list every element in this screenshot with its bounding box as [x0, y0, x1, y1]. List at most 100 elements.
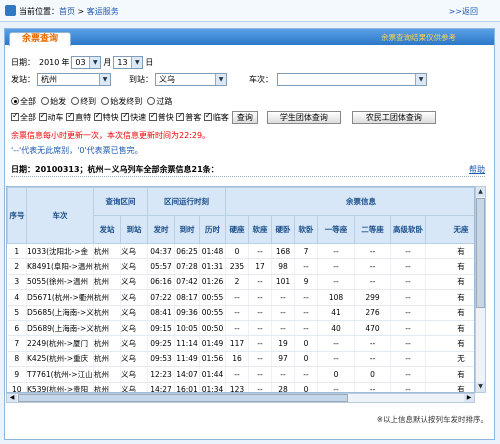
cell-train[interactable]: K539(杭州->贵阳 [26, 382, 94, 392]
cell-from: 杭州 [93, 305, 121, 321]
back-link[interactable]: >>返回 [449, 6, 478, 17]
scroll-thumb[interactable] [18, 394, 348, 402]
to-station-select[interactable]: 义乌 ▼ [155, 73, 227, 86]
cell-from: 杭州 [93, 274, 121, 291]
scroll-thumb[interactable] [476, 198, 485, 308]
chevron-down-icon: ▼ [89, 57, 101, 68]
radio-label: 过路 [156, 97, 173, 106]
radio-origin-terminal[interactable]: 始发终到 [101, 96, 142, 107]
cell-duration: 00:55 [199, 305, 227, 321]
scroll-right-icon[interactable]: ▶ [464, 394, 474, 402]
table-row: 9 T7761(杭州->江山 杭州 义乌 12:23 14:07 01:44 -- -- -- --… [7, 366, 474, 383]
radio-icon [11, 97, 19, 105]
train-select[interactable]: ▼ [277, 73, 427, 86]
cell-second-class: -- [354, 351, 392, 368]
col-train: 车次 [26, 187, 94, 244]
radio-passing[interactable]: 过路 [147, 96, 172, 107]
migrant-group-query-button[interactable]: 农民工团体查询 [351, 111, 436, 124]
cell-train[interactable]: K8491(阜阳->温州 [26, 258, 94, 275]
breadcrumb-section-link[interactable]: 客运服务 [87, 7, 119, 16]
panel-title-tab[interactable]: 余票查询 [9, 32, 71, 46]
check-direct-express[interactable]: 直特 [66, 111, 91, 123]
check-fast[interactable]: 快速 [121, 111, 146, 123]
scroll-down-icon[interactable]: ▼ [476, 382, 485, 392]
cell-first-class: 41 [317, 305, 356, 321]
check-all[interactable]: 全部 [11, 111, 36, 123]
cell-seq: 7 [7, 335, 27, 352]
check-temporary[interactable]: 临客 [203, 111, 229, 123]
cell-seq: 1 [7, 243, 27, 260]
cell-from: 杭州 [93, 366, 121, 383]
check-label: 特快 [102, 113, 119, 122]
cell-train[interactable]: D5689(上海南->义 [26, 320, 94, 337]
update-info: 余票信息每小时更新一次，本次信息更新时间为22:29。 [11, 131, 211, 140]
cell-seq: 10 [7, 382, 27, 392]
month-select[interactable]: 03 ▼ [71, 56, 102, 69]
cell-hard-seat: 0 [225, 243, 250, 260]
check-regular-express[interactable]: 普快 [148, 111, 174, 123]
cell-train[interactable]: K425(杭州->重庆 [26, 351, 94, 368]
day-unit: 日 [145, 58, 154, 67]
day-select[interactable]: 13 ▼ [113, 56, 144, 69]
cell-deluxe-sleeper: -- [390, 289, 427, 306]
summary-row: 日期：20100313；杭州－义乌列车全部余票信息21条： 帮助 [11, 164, 485, 175]
horizontal-scrollbar[interactable]: ◀ ▶ [6, 393, 475, 403]
cell-deluxe-sleeper: -- [390, 382, 427, 392]
train-type-radios: 全部 始发 终到 始发终到 过路 [11, 96, 172, 107]
cell-soft-seat: -- [248, 305, 273, 321]
query-button[interactable]: 查询 [231, 111, 258, 124]
radio-origin[interactable]: 始发 [41, 96, 66, 107]
cell-train[interactable]: T7761(杭州->江山 [26, 366, 94, 383]
radio-icon [101, 97, 110, 105]
cell-hard-sleeper: 168 [271, 243, 296, 260]
radio-icon [71, 97, 80, 105]
check-express[interactable]: 特快 [93, 111, 119, 123]
check-regular[interactable]: 普客 [176, 111, 201, 123]
cell-to: 义乌 [120, 305, 148, 321]
student-group-query-button[interactable]: 学生团体查询 [266, 111, 341, 124]
scroll-up-icon[interactable]: ▲ [476, 187, 485, 197]
table-row: 2 K8491(阜阳->温州 杭州 义乌 05:57 07:28 01:31 235 17 98-… [7, 258, 474, 275]
cell-soft-sleeper: -- [294, 258, 319, 275]
col-run-times: 区间运行时刻 [146, 187, 227, 216]
cell-duration: 01:44 [199, 366, 227, 383]
cell-hard-seat: 2 [225, 274, 250, 291]
cell-train[interactable]: D5671(杭州->衢州 [26, 289, 94, 306]
breadcrumb-home-link[interactable]: 首页 [59, 7, 75, 16]
check-emu[interactable]: 动车 [38, 111, 64, 123]
cell-soft-sleeper: -- [294, 289, 319, 306]
cell-standing: 有 [425, 274, 474, 291]
radio-terminal[interactable]: 终到 [71, 96, 96, 107]
cell-hard-sleeper: -- [271, 320, 296, 337]
cell-to: 义乌 [120, 366, 148, 383]
location-bar: 当前位置：首页 > 客运服务 >>返回 [0, 0, 500, 22]
col-query-range: 查询区间 [93, 187, 148, 216]
cell-arrive: 11:49 [174, 351, 200, 368]
cell-second-class: 276 [354, 305, 392, 321]
cell-soft-seat: -- [248, 335, 273, 352]
cell-to: 义乌 [120, 382, 148, 392]
year-unit: 年 [61, 58, 70, 67]
ticket-table: 序号 车次 查询区间 区间运行时刻 余票信息 发站 到站 发时 到时 历时 硬座… [7, 187, 474, 392]
cell-train[interactable]: 5055(徐州->温州 [26, 274, 94, 291]
cell-second-class: -- [354, 382, 392, 392]
radio-all[interactable]: 全部 [11, 96, 36, 107]
cell-hard-sleeper: -- [271, 305, 296, 321]
col-depart: 发时 [147, 215, 175, 244]
cell-train[interactable]: 2249(杭州->厦门 [26, 335, 94, 352]
help-link[interactable]: 帮助 [469, 164, 485, 175]
chevron-down-icon: ▼ [215, 74, 226, 85]
location-icon [5, 5, 16, 16]
cell-train[interactable]: D5685(上海南->义 [26, 305, 94, 321]
cell-soft-seat: -- [248, 320, 273, 337]
cell-first-class: 40 [317, 320, 356, 337]
vertical-scrollbar[interactable]: ▲ ▼ [475, 186, 486, 393]
breadcrumb: 当前位置：首页 > 客运服务 [19, 6, 119, 17]
breadcrumb-separator: > [77, 7, 85, 16]
scroll-left-icon[interactable]: ◀ [7, 394, 17, 402]
year-value: 2010 [39, 58, 60, 67]
radio-label: 终到 [80, 97, 97, 106]
cell-train[interactable]: 1033(沈阳北->金 [26, 243, 94, 260]
cell-arrive: 16:01 [174, 382, 200, 392]
from-station-select[interactable]: 杭州 ▼ [37, 73, 111, 86]
